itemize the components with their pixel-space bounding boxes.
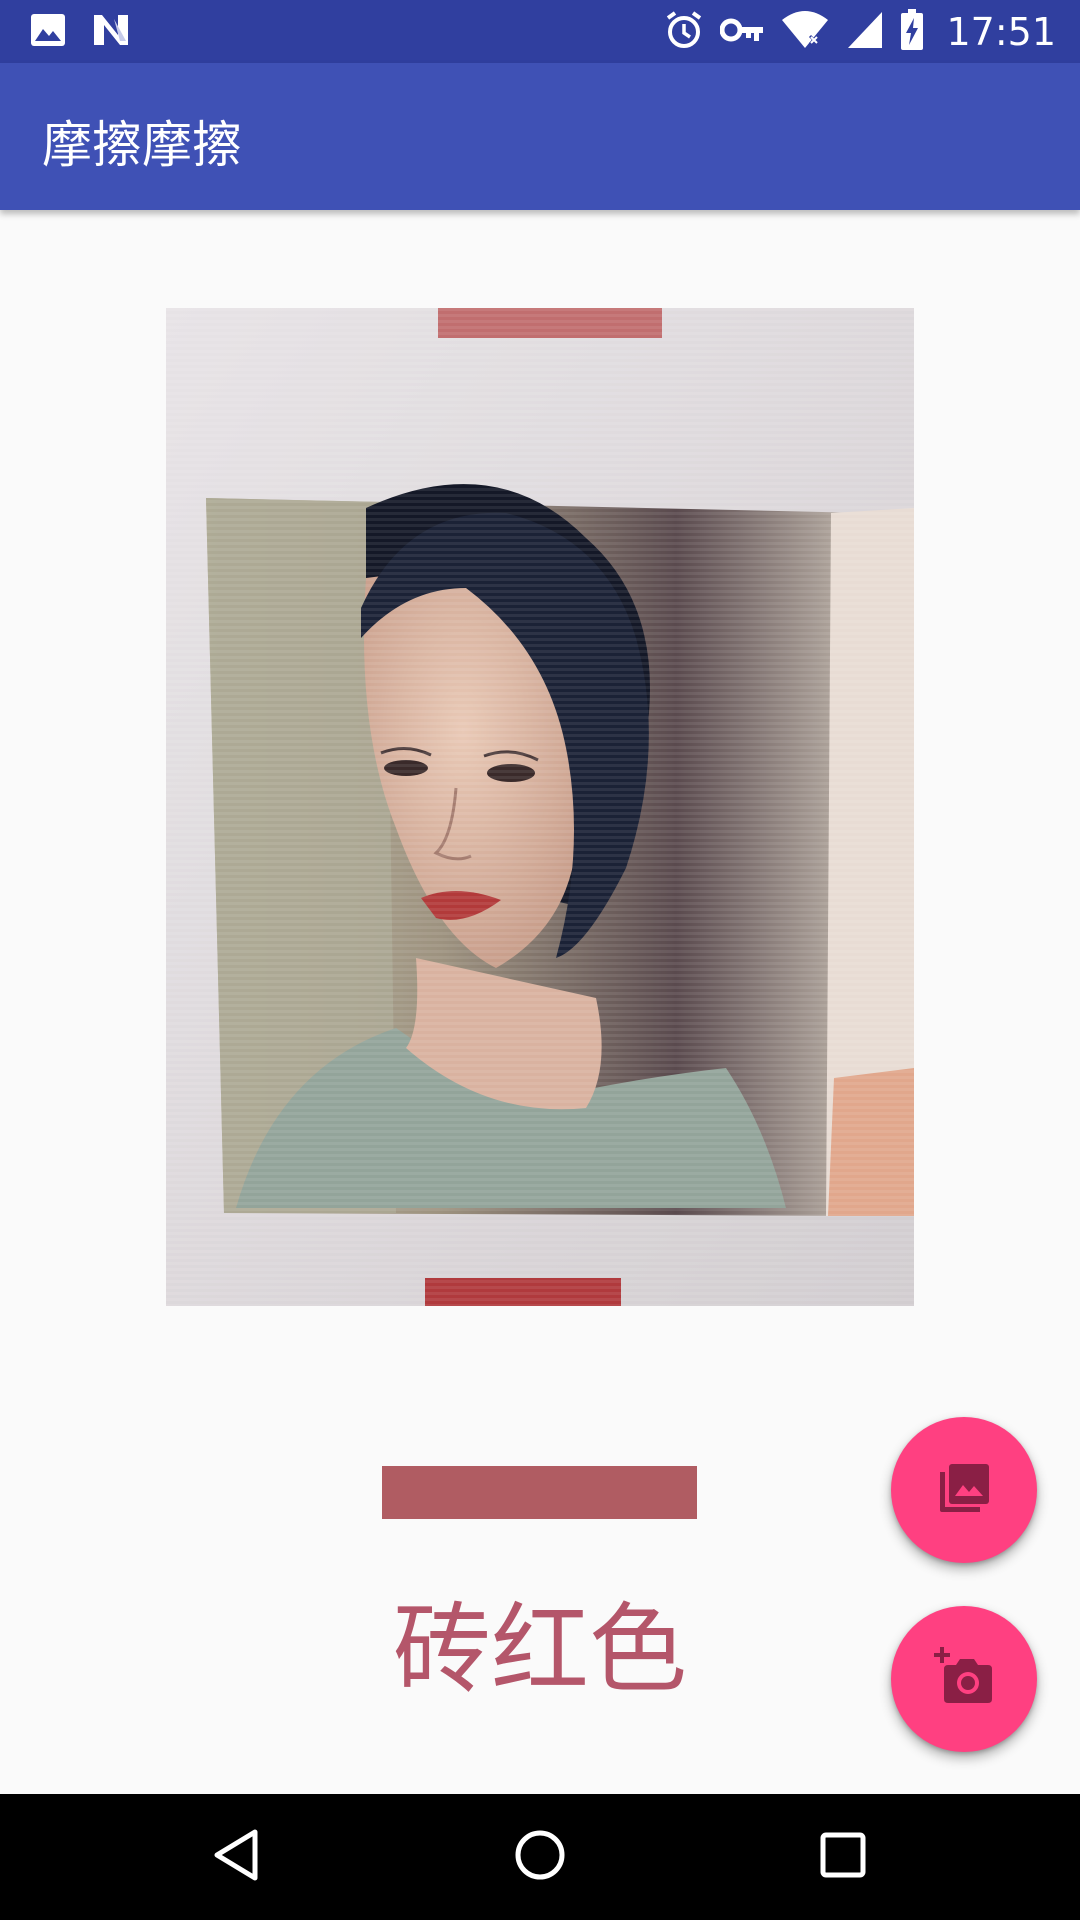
signal-icon bbox=[846, 10, 884, 54]
n-notification-icon bbox=[92, 13, 132, 51]
photo-library-icon bbox=[936, 1460, 992, 1520]
battery-charging-icon bbox=[900, 9, 924, 55]
app-title: 摩擦摩擦 bbox=[42, 116, 242, 174]
app-bar: 摩擦摩擦 bbox=[0, 63, 1080, 210]
detected-color-swatch bbox=[382, 1466, 697, 1519]
recents-button[interactable] bbox=[810, 1824, 876, 1890]
recents-icon bbox=[819, 1831, 867, 1883]
back-button[interactable] bbox=[203, 1824, 269, 1890]
home-button[interactable] bbox=[507, 1824, 573, 1890]
vpn-key-icon bbox=[719, 17, 764, 47]
navigation-bar bbox=[0, 1794, 1080, 1920]
status-bar: 17:51 bbox=[0, 0, 1080, 63]
add-a-photo-icon bbox=[934, 1647, 994, 1711]
gallery-button[interactable] bbox=[891, 1417, 1037, 1563]
status-time: 17:51 bbox=[946, 10, 1056, 54]
home-icon bbox=[513, 1828, 567, 1886]
captured-photo bbox=[166, 308, 914, 1306]
camera-button[interactable] bbox=[891, 1606, 1037, 1752]
alarm-icon bbox=[664, 10, 704, 54]
image-notification-icon bbox=[30, 13, 66, 51]
wifi-icon bbox=[780, 10, 830, 54]
back-icon bbox=[211, 1828, 261, 1886]
